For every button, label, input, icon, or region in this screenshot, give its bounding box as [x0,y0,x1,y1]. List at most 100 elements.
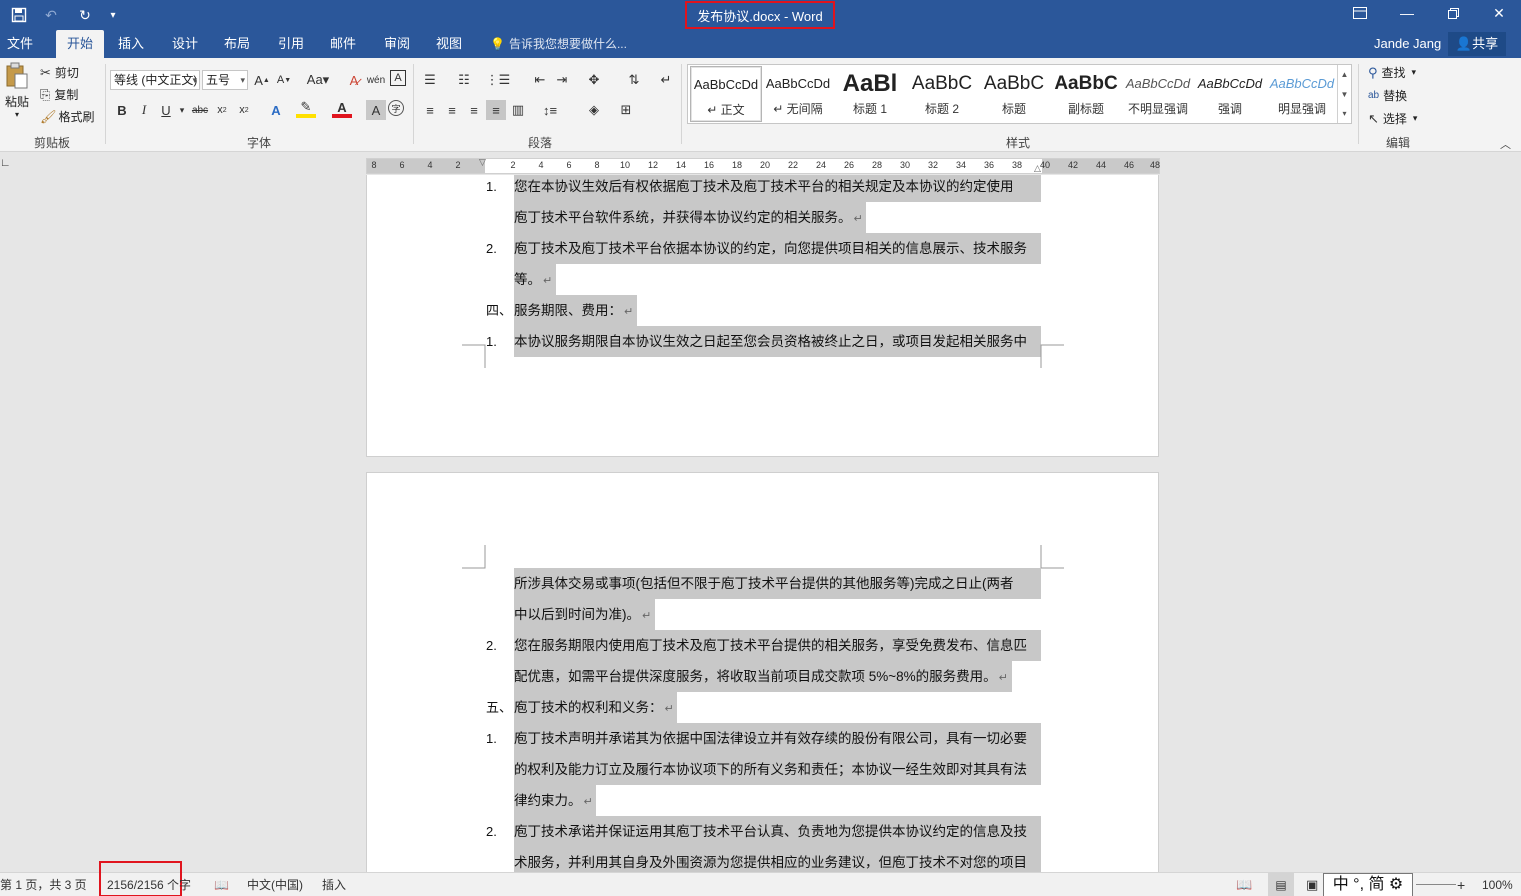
tab-layout[interactable]: 布局 [216,30,258,58]
text-line[interactable]: 庖丁技术承诺并保证运用其庖丁技术平台认真、负责地为您提供本协议约定的信息及技 [514,816,1041,847]
share-button[interactable]: 👤共享 [1448,32,1506,56]
style-no-spacing[interactable]: AaBbCcDd ↵ 无间隔 [762,66,834,122]
style-subtitle[interactable]: AaBbC 副标题 [1050,66,1122,122]
word-count[interactable]: 2156/2156 个字 [107,873,191,896]
close-icon[interactable]: ✕ [1476,0,1521,26]
bullets-icon[interactable]: ☰ [420,70,440,90]
text-line[interactable]: 律约束力。 ↵ [514,785,597,816]
borders-icon[interactable]: ⊞ [616,100,636,120]
subscript-icon[interactable]: x2 [212,100,232,120]
ime-indicator[interactable]: 中 °, 简 ⚙ [1323,873,1413,896]
chevron-down-icon[interactable]: ▾ [172,100,192,120]
web-layout-icon[interactable]: ▣ [1306,873,1318,896]
strikethrough-icon[interactable]: abc [190,100,210,120]
style-intense-emphasis[interactable]: AaBbCcDd 明显强调 [1266,66,1338,122]
tab-selector[interactable]: ∟ [0,157,16,173]
style-heading-2[interactable]: AaBbC 标题 2 [906,66,978,122]
character-border-icon[interactable]: A [390,70,406,86]
align-left-icon[interactable]: ≡ [420,100,440,120]
distributed-icon[interactable]: ▥ [508,100,528,120]
shading-icon[interactable]: ◈ [584,100,604,120]
style-emphasis[interactable]: AaBbCcDd 强调 [1194,66,1266,122]
text-line[interactable]: 庖丁技术的权利和义务： ↵ [514,692,678,723]
text-effects-icon[interactable]: A [266,100,286,120]
text-line[interactable]: 庖丁技术平台软件系统，并获得本协议约定的相关服务。 ↵ [514,202,867,233]
grow-font-icon[interactable]: A ▲ [252,70,272,90]
style-subtle-emphasis[interactable]: AaBbCcDd 不明显强调 [1122,66,1194,122]
font-name-select[interactable]: 等线 (中文正文) ▾ [110,70,200,90]
align-right-icon[interactable]: ≡ [464,100,484,120]
italic-icon[interactable]: I [134,100,154,120]
text-line[interactable]: 中以后到时间为准)。 ↵ [514,599,655,630]
find-button[interactable]: ⚲ 查找 ▾ [1368,64,1416,81]
tab-view[interactable]: 视图 [428,30,470,58]
user-name[interactable]: Jande Jang [1374,30,1441,58]
tab-file[interactable]: 文件 [0,30,40,58]
increase-indent-icon[interactable]: ⇥ [552,70,572,90]
tab-references[interactable]: 引用 [270,30,312,58]
copy-button[interactable]: ⎘ 复制 [40,86,78,103]
text-line[interactable]: 配优惠，如需平台提供深度服务，将收取当前项目成交款项 5%~8%的服务费用。 ↵ [514,661,1012,692]
save-icon[interactable] [8,4,30,26]
decrease-indent-icon[interactable]: ⇤ [530,70,550,90]
text-line[interactable]: 的权利及能力订立及履行本协议项下的所有义务和责任；本协议一经生效即对其具有法 [514,754,1041,785]
align-center-icon[interactable]: ≡ [442,100,462,120]
text-line[interactable]: 庖丁技术及庖丁技术平台依据本协议的约定，向您提供项目相关的信息展示、技术服务 [514,233,1041,264]
scroll-down-icon[interactable]: ▼ [1337,85,1351,105]
replace-button[interactable]: ab 替换 [1368,87,1407,104]
tab-review[interactable]: 审阅 [376,30,418,58]
right-indent-marker[interactable]: △ [1034,163,1041,174]
zoom-slider[interactable] [1416,873,1456,896]
justify-icon[interactable]: ≡ [486,100,506,120]
tab-design[interactable]: 设计 [164,30,206,58]
tell-me-search[interactable]: 💡 告诉我您想要做什么... [490,30,627,58]
zoom-level[interactable]: 100% [1482,873,1513,896]
numbering-icon[interactable]: ☷ [454,70,474,90]
line-spacing-icon[interactable]: ↕≡ [540,100,560,120]
scroll-up-icon[interactable]: ▲ [1337,65,1351,85]
text-line[interactable]: 您在本协议生效后有权依据庖丁技术及庖丁技术平台的相关规定及本协议的约定使用 [514,175,1041,202]
chinese-layout-icon[interactable]: ✥ [584,70,604,90]
show-marks-icon[interactable]: ↵ [656,70,676,90]
bold-icon[interactable]: B [112,100,132,120]
minimize-icon[interactable]: — [1384,0,1430,26]
text-line[interactable]: 本协议服务期限自本协议生效之日起至您会员资格被终止之日，或项目发起相关服务中 [514,326,1041,357]
text-line[interactable]: 术服务，并利用其自身及外围资源为您提供相应的业务建议，但庖丁技术不对您的项目 [514,847,1041,875]
font-size-select[interactable]: 五号 ▾ [202,70,248,90]
text-line[interactable]: 等。 ↵ [514,264,556,295]
style-heading-1[interactable]: AaBl 标题 1 [834,66,906,122]
text-line[interactable]: 服务期限、费用： ↵ [514,295,637,326]
indent-marker[interactable]: ▽ [479,157,486,168]
tab-mailings[interactable]: 邮件 [322,30,364,58]
language-indicator[interactable]: 中文(中国) [247,873,303,896]
paste-button[interactable]: 粘贴 ▾ [4,62,30,122]
style-normal[interactable]: AaBbCcDd ↵ 正文 [690,66,762,122]
page-indicator[interactable]: 第 1 页，共 3 页 [0,873,87,896]
tab-insert[interactable]: 插入 [110,30,152,58]
print-layout-icon[interactable]: ▤ [1268,873,1294,896]
redo-icon[interactable]: ↻ [74,4,96,26]
highlight-color-icon[interactable]: ✎ [296,99,316,118]
more-styles-icon[interactable]: ▾ [1337,105,1351,123]
select-button[interactable]: ↖ 选择 ▾ [1368,110,1417,127]
text-line[interactable]: 庖丁技术声明并承诺其为依据中国法律设立并有效存续的股份有限公司，具有一切必要 [514,723,1041,754]
ribbon-display-icon[interactable] [1337,0,1383,26]
text-line[interactable]: 您在服务期限内使用庖丁技术及庖丁技术平台提供的相关服务，享受免费发布、信息匹 [514,630,1041,661]
cut-button[interactable]: ✂ 剪切 [40,64,79,81]
insert-mode[interactable]: 插入 [322,873,346,896]
restore-icon[interactable] [1430,0,1476,26]
horizontal-ruler[interactable]: 8 6 4 2 2 4 6 8 10 12 14 16 18 20 22 24 … [366,157,1160,174]
phonetic-guide-icon[interactable]: wén [366,70,386,90]
style-title[interactable]: AaBbC 标题 [978,66,1050,122]
tab-home[interactable]: 开始 [56,30,104,58]
shrink-font-icon[interactable]: A ▼ [274,70,294,90]
superscript-icon[interactable]: x2 [234,100,254,120]
proofing-icon[interactable]: 📖 [214,873,229,896]
change-case-icon[interactable]: Aa▾ [304,70,332,90]
sort-icon[interactable]: ⇅ [624,70,644,90]
multilevel-list-icon[interactable]: ⋮☰ [486,70,511,90]
customize-icon[interactable]: ▾ [102,4,124,26]
font-color-icon[interactable]: A [332,100,352,118]
read-mode-icon[interactable]: 📖 [1236,873,1252,896]
zoom-in-icon[interactable]: + [1457,873,1465,896]
